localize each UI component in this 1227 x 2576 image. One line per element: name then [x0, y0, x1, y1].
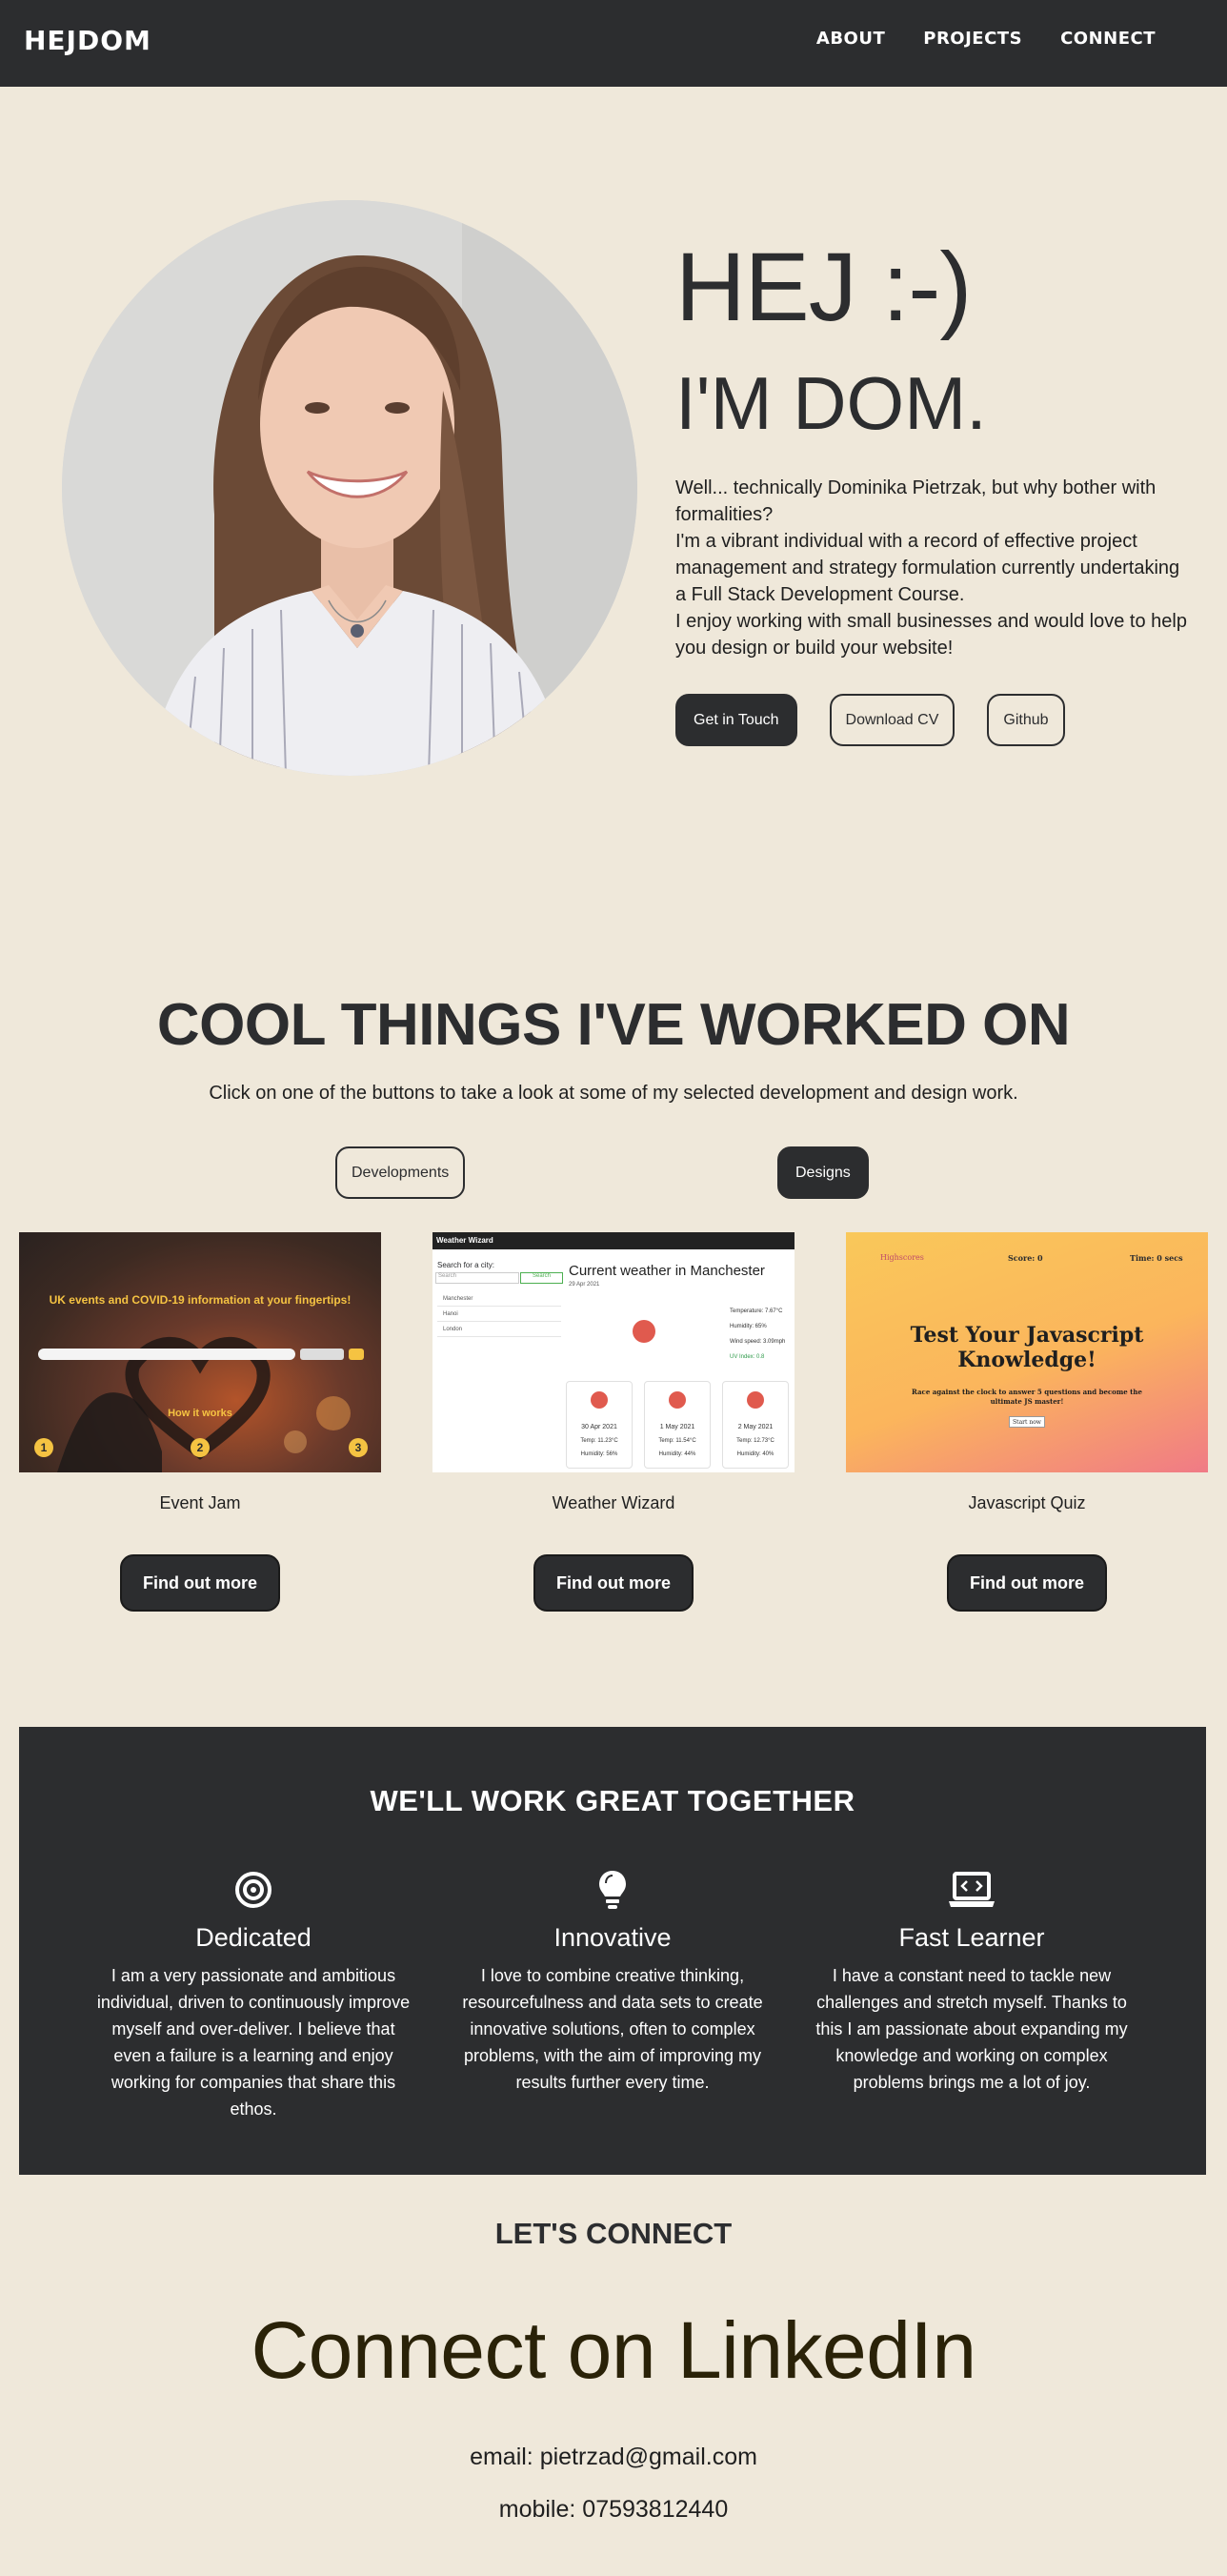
forecast-temp: Temp: 11.54°C: [658, 1438, 696, 1444]
contact-mobile[interactable]: mobile: 07593812440: [0, 2496, 1227, 2524]
event-jam-step: 1: [34, 1438, 53, 1457]
find-out-more-button[interactable]: Find out more: [120, 1554, 280, 1612]
profile-photo: [62, 200, 637, 776]
projects-title: COOL THINGS I'VE WORKED ON: [156, 992, 1071, 1058]
feature-fast-learner: Fast Learner I have a constant need to t…: [810, 1866, 1134, 2096]
nav-link-about[interactable]: ABOUT: [816, 29, 885, 49]
project-card-title: Weather Wizard: [552, 1493, 675, 1512]
event-jam-search-input: [38, 1349, 295, 1360]
rain-cloud-icon: [747, 1391, 764, 1409]
forecast-temp: Temp: 12.73°C: [736, 1438, 774, 1444]
hero-name: I'M DOM.: [675, 361, 987, 445]
feature-dedicated: Dedicated I am a very passionate and amb…: [91, 1866, 415, 2122]
navbar: HEJDOM ABOUT PROJECTS CONNECT: [0, 0, 1227, 87]
weather-heading: Current weather in Manchester: [569, 1263, 765, 1279]
feature-title: Fast Learner: [898, 1923, 1045, 1952]
quiz-subheading: Race against the clock to answer 5 quest…: [912, 1388, 1142, 1406]
feature-text: I love to combine creative thinking, res…: [462, 1966, 763, 2092]
nav-link-connect[interactable]: CONNECT: [1060, 29, 1156, 49]
rain-cloud-icon: [633, 1320, 655, 1343]
quiz-score: Score: 0: [1008, 1253, 1043, 1263]
project-card-event-jam: UK events and COVID-19 information at yo…: [19, 1232, 381, 1612]
javascript-quiz-thumbnail[interactable]: Highscores Score: 0 Time: 0 secs Test Yo…: [846, 1232, 1208, 1472]
find-out-more-button[interactable]: Find out more: [533, 1554, 694, 1612]
weather-date: 29 Apr 2021: [569, 1282, 600, 1288]
forecast-humidity: Humidity: 44%: [658, 1451, 696, 1457]
weather-search-button: Search: [520, 1272, 563, 1284]
project-card-javascript-quiz: Highscores Score: 0 Time: 0 secs Test Yo…: [846, 1232, 1208, 1612]
weather-app-bar: Weather Wizard: [432, 1232, 795, 1249]
designs-filter-button[interactable]: Designs: [777, 1146, 869, 1199]
bio-line: I enjoy working with small businesses an…: [675, 611, 1187, 659]
weather-wizard-thumbnail[interactable]: Weather Wizard Search for a city: Search…: [432, 1232, 795, 1472]
feature-text: I have a constant need to tackle new cha…: [815, 1966, 1128, 2092]
weather-stat: Temperature: 7.67°C: [730, 1308, 783, 1314]
event-jam-subhead: How it works: [168, 1408, 232, 1419]
hero-text: HEJ :-) I'M DOM. Well... technically Dom…: [675, 238, 1190, 661]
contact-email[interactable]: email: pietrzad@gmail.com: [0, 2444, 1227, 2471]
get-in-touch-button[interactable]: Get in Touch: [675, 694, 797, 746]
event-jam-select: [300, 1349, 344, 1360]
weather-search-label: Search for a city:: [437, 1261, 495, 1269]
feature-innovative: Innovative I love to combine creative th…: [451, 1866, 774, 2096]
github-button[interactable]: Github: [987, 694, 1065, 746]
project-card-title: Event Jam: [159, 1493, 241, 1512]
bio-line: I'm a vibrant individual with a record o…: [675, 531, 1180, 605]
together-title: WE'LL WORK GREAT TOGETHER: [370, 1784, 855, 1817]
forecast-card: 30 Apr 2021 Temp: 11.23°C Humidity: 56%: [566, 1381, 633, 1469]
weather-city-item: Hanoi: [437, 1308, 561, 1322]
project-card-title: Javascript Quiz: [968, 1493, 1086, 1512]
forecast-humidity: Humidity: 40%: [736, 1451, 774, 1457]
forecast-humidity: Humidity: 56%: [580, 1451, 618, 1457]
hero-bio: Well... technically Dominika Pietrzak, b…: [675, 475, 1190, 661]
laptop-code-icon: [810, 1866, 1134, 1914]
nav-link-projects[interactable]: PROJECTS: [923, 29, 1022, 49]
download-cv-button[interactable]: Download CV: [829, 694, 955, 746]
event-jam-step: 3: [349, 1438, 368, 1457]
hero-greeting: HEJ :-): [675, 233, 972, 341]
forecast-date: 2 May 2021: [737, 1424, 774, 1430]
feature-text: I am a very passionate and ambitious ind…: [96, 1966, 411, 2119]
event-jam-step: 2: [191, 1438, 210, 1457]
weather-stat: Wind speed: 3.09mph: [730, 1339, 786, 1345]
quiz-highscores-link: Highscores: [880, 1253, 924, 1262]
rain-cloud-icon: [669, 1391, 686, 1409]
quiz-timer: Time: 0 secs: [1130, 1253, 1183, 1263]
lightbulb-icon: [451, 1866, 774, 1914]
event-jam-search-button: [349, 1349, 364, 1360]
quiz-heading: Test Your Javascript Knowledge!: [910, 1323, 1144, 1372]
bio-line: Well... technically Dominika Pietrzak, b…: [675, 477, 1157, 525]
projects-subtitle: Click on one of the buttons to take a lo…: [209, 1083, 1018, 1104]
target-icon: [91, 1866, 415, 1914]
developments-filter-button[interactable]: Developments: [335, 1146, 466, 1199]
rain-cloud-icon: [591, 1391, 608, 1409]
forecast-date: 30 Apr 2021: [581, 1424, 617, 1430]
forecast-date: 1 May 2021: [659, 1424, 695, 1430]
forecast-card: 1 May 2021 Temp: 11.54°C Humidity: 44%: [644, 1381, 711, 1469]
find-out-more-button[interactable]: Find out more: [947, 1554, 1107, 1612]
weather-stat: Humidity: 65%: [730, 1324, 767, 1329]
feature-title: Innovative: [553, 1923, 672, 1952]
work-together-section: WE'LL WORK GREAT TOGETHER Dedicated I am…: [19, 1727, 1206, 2175]
feature-title: Dedicated: [195, 1923, 312, 1952]
nav-links: ABOUT PROJECTS CONNECT: [816, 29, 1156, 49]
weather-search-input: Search: [435, 1272, 519, 1284]
connect-title: LET'S CONNECT: [494, 2217, 733, 2250]
project-card-weather-wizard: Weather Wizard Search for a city: Search…: [432, 1232, 795, 1612]
forecast-card: 2 May 2021 Temp: 12.73°C Humidity: 40%: [722, 1381, 789, 1469]
forecast-temp: Temp: 11.23°C: [580, 1438, 618, 1444]
event-jam-thumbnail[interactable]: UK events and COVID-19 information at yo…: [19, 1232, 381, 1472]
brand-logo[interactable]: HEJDOM: [24, 25, 151, 56]
weather-city-item: Manchester: [437, 1293, 561, 1307]
weather-stat: UV Index: 0.8: [730, 1354, 765, 1360]
quiz-start-button: Start now: [1009, 1416, 1045, 1428]
linkedin-link[interactable]: Connect on LinkedIn: [0, 2304, 1227, 2397]
hero-buttons: Get in Touch Download CV Github: [675, 694, 1065, 746]
event-jam-headline: UK events and COVID-19 information at yo…: [49, 1293, 352, 1307]
weather-city-item: London: [437, 1324, 561, 1337]
